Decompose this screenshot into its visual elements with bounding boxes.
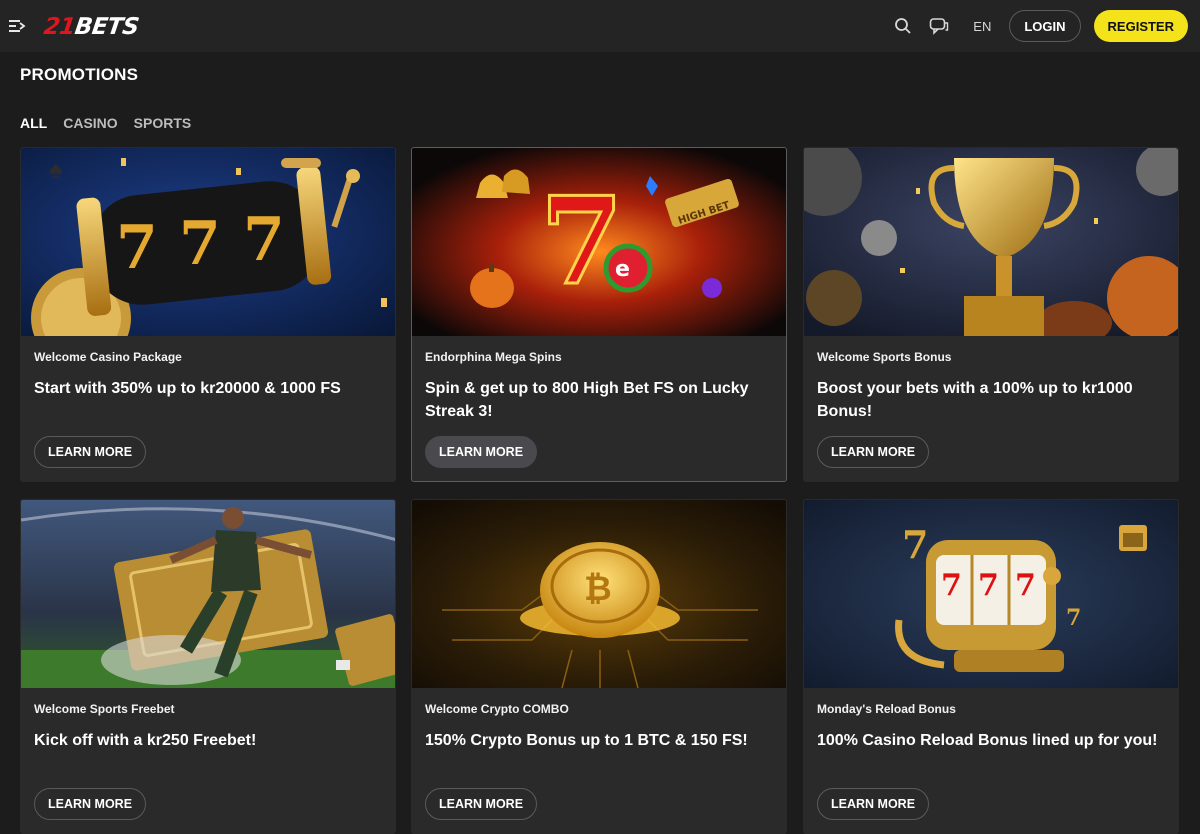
learn-more-button[interactable]: LEARN MORE [34, 436, 147, 468]
svg-text:7: 7 [902, 522, 928, 567]
promo-card[interactable]: ₿ Welcome Crypto COMBO 150% Crypto Bonus… [411, 499, 787, 834]
promo-title: Start with 350% up to kr20000 & 1000 FS [34, 380, 341, 397]
language-selector[interactable]: EN [973, 19, 991, 34]
promo-image-football-player [21, 500, 395, 688]
register-button[interactable]: REGISTER [1093, 10, 1188, 42]
svg-text:7: 7 [1015, 568, 1036, 603]
filter-sports[interactable]: SPORTS [134, 115, 192, 131]
promo-title: Boost your bets with a 100% up to kr1000… [817, 380, 1133, 420]
header-actions: EN LOGIN REGISTER [893, 10, 1188, 42]
svg-text:e: e [615, 257, 630, 282]
top-header: 21BETS EN LOGIN REGISTER [0, 0, 1200, 52]
promo-card[interactable]: Welcome Sports Bonus Boost your bets wit… [803, 147, 1179, 482]
login-button[interactable]: LOGIN [1009, 10, 1081, 42]
search-icon[interactable] [893, 16, 913, 36]
promo-subtitle: Welcome Sports Freebet [34, 702, 175, 716]
svg-text:♠: ♠ [49, 154, 63, 184]
promo-image-lucky-seven: 7 e HIGH BET [412, 148, 786, 336]
promo-title: 100% Casino Reload Bonus lined up for yo… [817, 732, 1158, 749]
learn-more-button[interactable]: LEARN MORE [34, 788, 147, 820]
promo-card[interactable]: 7 7 7 7 7 Monday's Reload Bonus 100% Cas… [803, 499, 1179, 834]
promo-subtitle: Endorphina Mega Spins [425, 350, 562, 364]
promo-image-slot-reel: 7 7 7 ♠ [21, 148, 395, 336]
site-logo[interactable]: 21BETS [42, 13, 140, 41]
learn-more-button[interactable]: LEARN MORE [425, 436, 538, 468]
learn-more-button[interactable]: LEARN MORE [425, 788, 538, 820]
svg-text:7: 7 [978, 568, 999, 603]
promo-subtitle: Welcome Crypto COMBO [425, 702, 569, 716]
promo-subtitle: Welcome Sports Bonus [817, 350, 952, 364]
filter-casino[interactable]: CASINO [63, 115, 117, 131]
promo-title: Spin & get up to 800 High Bet FS on Luck… [425, 380, 749, 420]
svg-text:7: 7 [1066, 605, 1081, 631]
svg-text:7: 7 [941, 568, 962, 603]
promo-image-slot-machine: 7 7 7 7 7 [804, 500, 1178, 688]
svg-text:7: 7 [116, 213, 158, 283]
promotion-filters: ALL CASINO SPORTS [20, 115, 207, 131]
filter-all[interactable]: ALL [20, 115, 47, 131]
menu-toggle-icon[interactable] [8, 17, 26, 35]
promo-card[interactable]: 7 7 7 ♠ Welcome Casino Package Start wit… [20, 147, 396, 482]
promo-card[interactable]: Welcome Sports Freebet Kick off with a k… [20, 499, 396, 834]
promo-subtitle: Welcome Casino Package [34, 350, 182, 364]
promo-title: Kick off with a kr250 Freebet! [34, 732, 257, 749]
svg-text:₿: ₿ [584, 569, 612, 609]
logo-word: BETS [73, 14, 141, 40]
promo-subtitle: Monday's Reload Bonus [817, 702, 956, 716]
learn-more-button[interactable]: LEARN MORE [817, 788, 930, 820]
promo-image-trophy [804, 148, 1178, 336]
chat-icon[interactable] [929, 16, 949, 36]
svg-text:7: 7 [179, 209, 221, 279]
promo-card[interactable]: 7 e HIGH BET Endorphina Mega Spins Spin … [411, 147, 787, 482]
learn-more-button[interactable]: LEARN MORE [817, 436, 930, 468]
logo-number: 21 [42, 14, 77, 40]
svg-text:7: 7 [540, 171, 624, 312]
svg-text:7: 7 [243, 205, 285, 275]
promo-title: 150% Crypto Bonus up to 1 BTC & 150 FS! [425, 732, 748, 749]
promo-image-bitcoin: ₿ [412, 500, 786, 688]
page-title: PROMOTIONS [20, 65, 139, 84]
